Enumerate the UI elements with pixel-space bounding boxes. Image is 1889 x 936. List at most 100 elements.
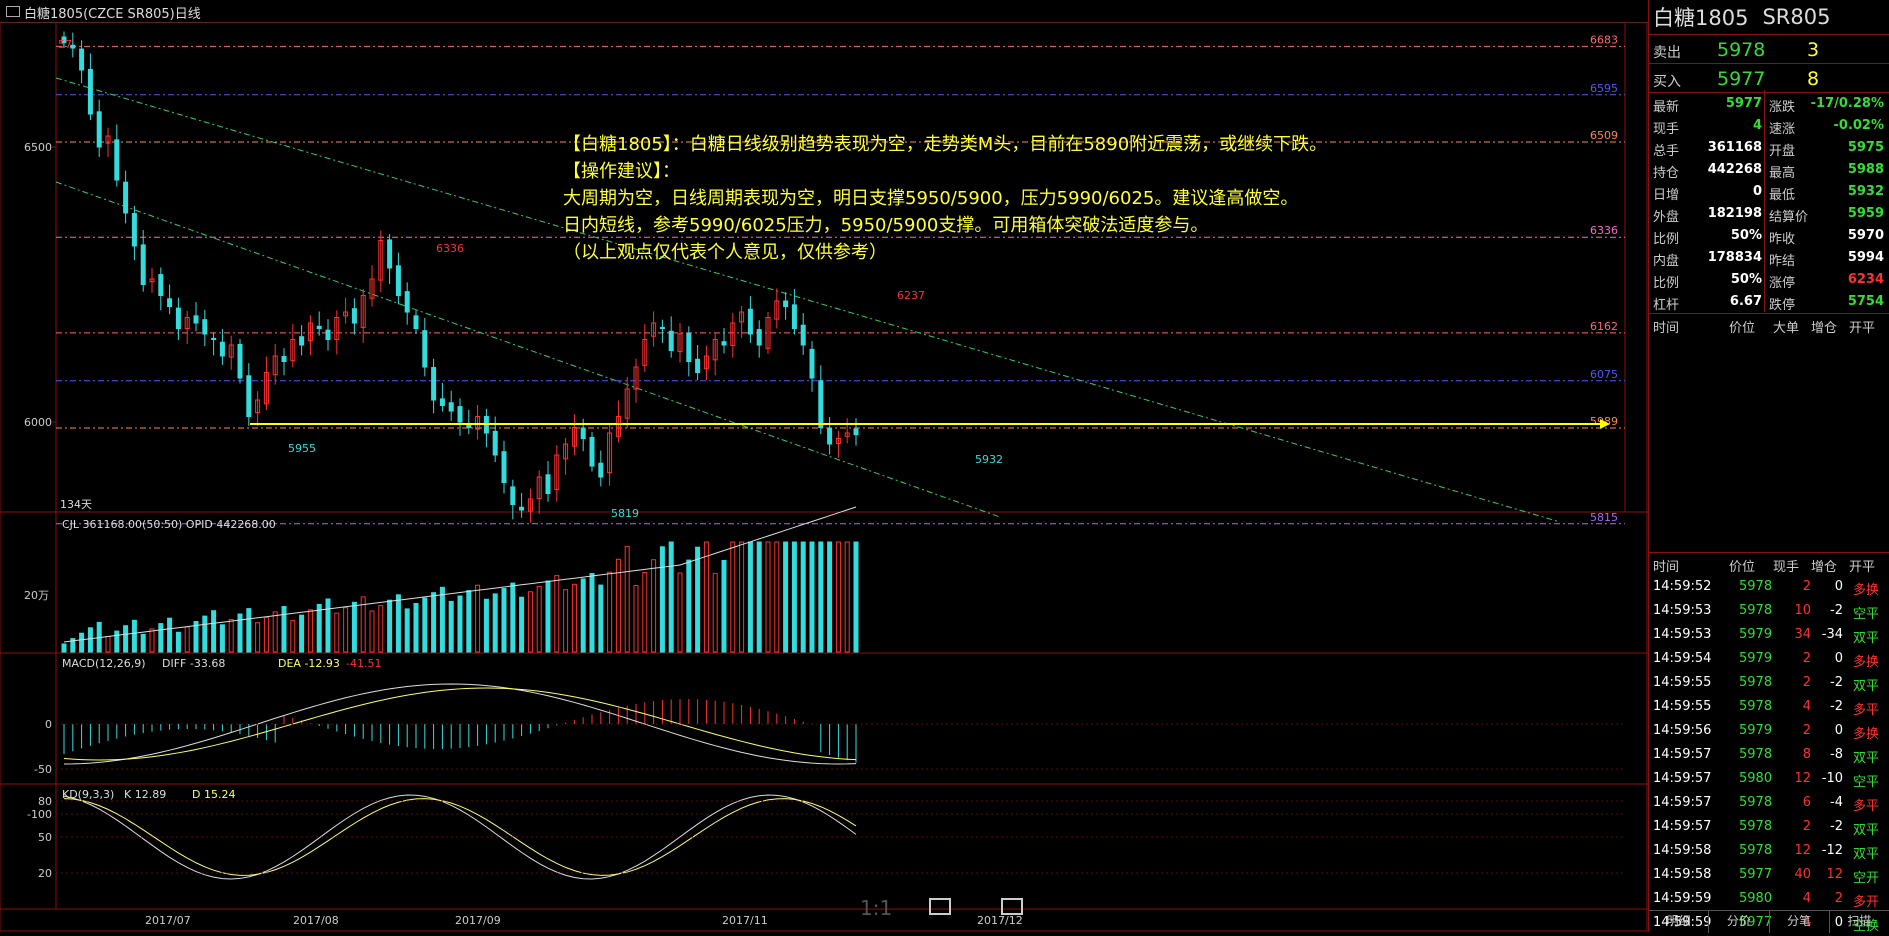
tick-cell: 5979 [1739, 651, 1773, 666]
quote-tabs[interactable]: 明细 分价 分笔 扫描 [1649, 910, 1889, 933]
tick-cell: 14:59:55 [1653, 675, 1712, 690]
volume-bar [571, 583, 577, 653]
tick-row[interactable]: 14:59:55 5978 4 -2 多平 [1649, 695, 1889, 719]
volume-bar [651, 559, 657, 653]
tick-cell: 14:59:54 [1653, 651, 1712, 666]
x-axis-label-0: 2017/07 [145, 914, 191, 927]
macd-dea-value: DEA -12.93 [278, 657, 340, 670]
fullscreen-icon[interactable] [929, 898, 951, 915]
stat-row: 内盘 178834 昨结 5994 [1649, 247, 1889, 269]
candle-body [140, 244, 146, 285]
tick-row[interactable]: 14:59:58 5977 40 12 空开 [1649, 863, 1889, 887]
tick-cell: 0 [1834, 651, 1843, 666]
candle-body [404, 291, 410, 313]
big-order-list [1649, 336, 1889, 553]
x-axis-label-4: 2017/12 [977, 914, 1023, 927]
volume-bar [563, 589, 569, 653]
volume-bar [668, 541, 674, 653]
tick-cell: -12 [1821, 843, 1843, 858]
extreme-high-2: 6237 [897, 289, 925, 302]
macd-header-name: MACD(12,26,9) [62, 657, 146, 670]
candlesticks [61, 31, 859, 523]
stat-label: 最新 [1653, 100, 1680, 115]
tick-cell: 34 [1794, 627, 1811, 642]
tick-row[interactable]: 14:59:57 5978 8 -8 双平 [1649, 743, 1889, 767]
tick-cell: 12 [1794, 771, 1811, 786]
annotation-line-4: 日内短线，参考5990/6025压力，5950/5900支撑。可用箱体突破法适度… [563, 215, 1209, 236]
volume-bar [853, 541, 859, 653]
volume-bar [255, 622, 261, 653]
volume-bar [334, 612, 340, 653]
tick-row[interactable]: 14:59:53 5978 10 -2 空平 [1649, 599, 1889, 623]
tick-cell: 14:59:58 [1653, 843, 1712, 858]
volume-bar [800, 541, 806, 653]
tick-cell: 5978 [1739, 675, 1773, 690]
price-y-label-1: 6000 [24, 416, 52, 429]
quote-panel: 白糖1805 SR805 卖出 5978 3 买入 5977 8 最新 5977… [1648, 0, 1889, 935]
candle-body [827, 428, 833, 445]
stat-value: 6.67 [1729, 294, 1762, 309]
column-header: 开平 [1849, 321, 1876, 336]
candle-body [387, 239, 393, 269]
macd-y-label-0: 0 [45, 718, 52, 731]
candle-body [193, 315, 199, 324]
window-mode-icon[interactable] [1001, 898, 1023, 915]
volume-bar [325, 598, 331, 653]
volume-bar [149, 628, 155, 653]
tab-2[interactable]: 分笔 [1770, 911, 1830, 933]
column-header: 时间 [1653, 560, 1680, 575]
annotation-line-5: （以上观点仅代表个人意见，仅供参考） [563, 242, 887, 263]
volume-bar [765, 541, 771, 653]
volume-bar [536, 585, 542, 653]
tick-cell: 双平 [1853, 631, 1880, 646]
candle-body [747, 308, 753, 335]
tick-row[interactable]: 14:59:59 5980 4 2 多开 [1649, 887, 1889, 911]
tick-row[interactable]: 14:59:57 5980 12 -10 空平 [1649, 767, 1889, 791]
candle-body [123, 181, 129, 214]
window-title: 白糖1805(CZCE SR805)日线 [24, 7, 201, 22]
tick-list[interactable]: 14:59:52 5978 2 0 多换 14:59:53 5978 10 -2 空平 14:59:… [1649, 575, 1889, 935]
volume-bar [422, 597, 428, 653]
volume-bar [791, 541, 797, 653]
tick-row[interactable]: 14:59:56 5979 2 0 多换 [1649, 719, 1889, 743]
kd-y-labels: 80 50 20 [38, 795, 1625, 880]
stat-value: 5932 [1847, 184, 1884, 199]
candle-body [431, 367, 437, 401]
tick-row[interactable]: 14:59:57 5978 2 -2 双平 [1649, 815, 1889, 839]
tab-1[interactable]: 分价 [1709, 911, 1770, 933]
volume-bar [272, 611, 278, 653]
volume-bars [61, 541, 859, 653]
tick-cell: 多换 [1853, 583, 1880, 598]
tick-cell: 双平 [1853, 679, 1880, 694]
tick-cell: 空开 [1853, 871, 1880, 886]
volume-bar [827, 541, 833, 653]
volume-bar [105, 636, 111, 653]
stat-label: 涨跌 [1769, 100, 1796, 115]
volume-bar [659, 546, 665, 653]
tick-row[interactable]: 14:59:57 5978 6 -4 多平 [1649, 791, 1889, 815]
volume-bar [395, 594, 401, 653]
buy-label: 买入 [1653, 74, 1681, 90]
volume-bar [431, 592, 437, 653]
contract-name: 白糖1805 [1653, 6, 1749, 30]
contract-code: SR805 [1762, 5, 1831, 29]
stat-label: 杠杆 [1653, 298, 1680, 313]
tick-row[interactable]: 14:59:52 5978 2 0 多换 [1649, 575, 1889, 599]
extreme-low-1: 5955 [288, 442, 316, 455]
candle-body [175, 307, 181, 329]
volume-bar [545, 580, 551, 653]
tick-row[interactable]: 14:59:53 5979 34 -34 双平 [1649, 623, 1889, 647]
tick-row[interactable]: 14:59:58 5978 12 -12 双平 [1649, 839, 1889, 863]
kd-d-value: D 15.24 [192, 788, 235, 801]
tab-0[interactable]: 明细 [1649, 911, 1710, 933]
tick-cell: 多开 [1853, 895, 1880, 910]
tick-row[interactable]: 14:59:55 5978 2 -2 双平 [1649, 671, 1889, 695]
candle-body [158, 274, 164, 297]
x-axis-label-2: 2017/09 [455, 914, 501, 927]
tab-3[interactable]: 扫描 [1830, 911, 1889, 933]
tick-cell: 5979 [1739, 627, 1773, 642]
column-header: 开平 [1849, 560, 1876, 575]
tick-row[interactable]: 14:59:54 5979 2 0 多换 [1649, 647, 1889, 671]
volume-bar [633, 585, 639, 653]
tick-cell: 5980 [1739, 771, 1773, 786]
